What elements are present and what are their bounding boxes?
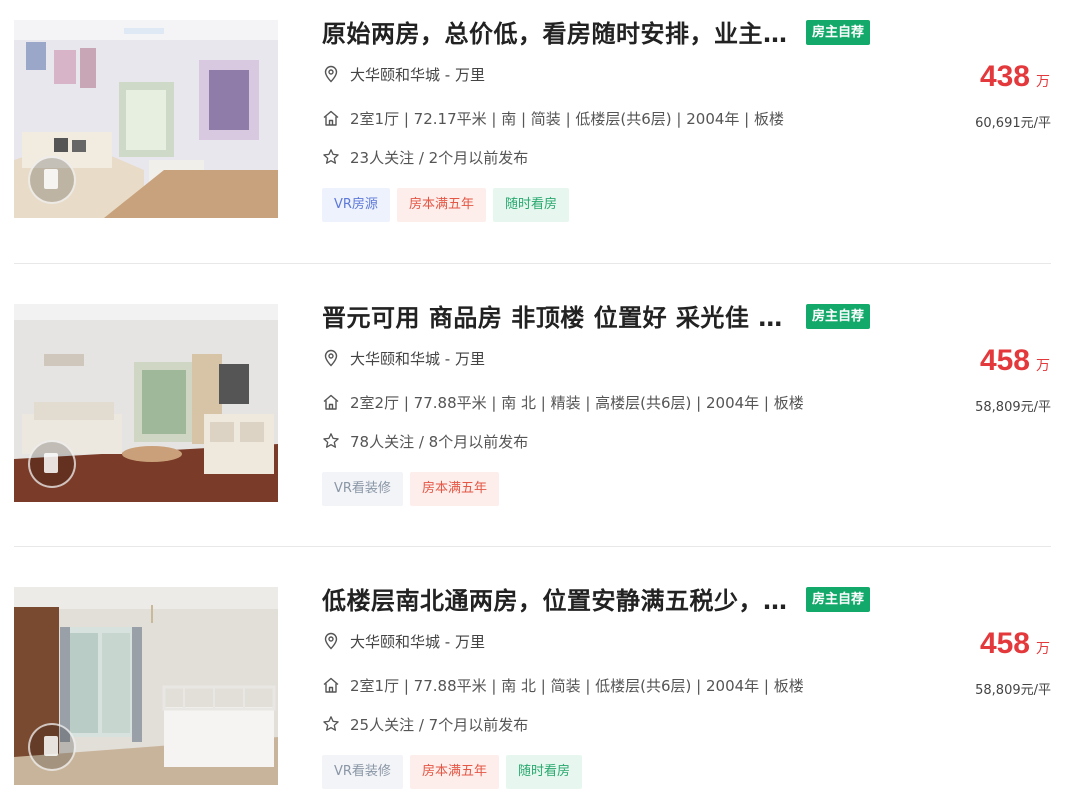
location-pin-icon	[324, 632, 338, 650]
total-price-value: 438	[979, 60, 1030, 93]
owner-recommend-badge: 房主自荐	[806, 20, 871, 45]
follow-text: 78人关注 / 8个月以前发布	[350, 433, 529, 451]
total-price-value: 458	[979, 344, 1030, 377]
listing-address: 大华颐和华城 - 万里	[322, 631, 485, 652]
unit-price: 60,691元/平	[975, 116, 1051, 131]
follow-info: 78人关注 / 8个月以前发布	[322, 431, 528, 452]
listing-item: 原始两房，总价低，看房随时安排，业主诚心出售 房主自荐 大华颐和华城 - 万里 …	[0, 0, 1080, 240]
listing-title[interactable]: 原始两房，总价低，看房随时安排，业主诚心出售	[322, 14, 800, 49]
community-link[interactable]: 大华颐和华城	[350, 66, 440, 84]
address-separator: -	[444, 66, 451, 84]
tag-list: VR看装修 房本满五年 随时看房	[322, 755, 589, 789]
visit-anytime-tag: 随时看房	[492, 188, 569, 222]
house-info: 2室2厅 | 77.88平米 | 南 北 | 精装 | 高楼层(共6层) | 2…	[322, 392, 804, 413]
house-icon	[323, 394, 339, 410]
community-link[interactable]: 大华颐和华城	[350, 633, 440, 651]
vr-tag: VR房源	[322, 188, 390, 222]
listing-photo[interactable]	[14, 20, 278, 218]
star-icon	[323, 433, 339, 448]
vr-decoration-tag: VR看装修	[322, 472, 403, 506]
listing-title[interactable]: 晋元可用 商品房 非顶楼 位置好 采光佳 满五年	[322, 298, 800, 333]
listing-list: 原始两房，总价低，看房随时安排，业主诚心出售 房主自荐 大华颐和华城 - 万里 …	[0, 0, 1080, 808]
total-price-unit: 万	[1036, 641, 1050, 657]
five-year-tag: 房本满五年	[396, 188, 486, 222]
listing-address: 大华颐和华城 - 万里	[322, 64, 485, 85]
house-info-text: 2室2厅 | 77.88平米 | 南 北 | 精装 | 高楼层(共6层) | 2…	[350, 394, 804, 412]
house-icon	[323, 110, 339, 126]
unit-price: 58,809元/平	[975, 400, 1051, 415]
follow-info: 23人关注 / 2个月以前发布	[322, 147, 528, 168]
owner-recommend-badge: 房主自荐	[806, 587, 871, 612]
address-separator: -	[444, 350, 451, 368]
area-link[interactable]: 万里	[455, 66, 485, 84]
listing-photo[interactable]	[14, 304, 278, 502]
tag-list: VR看装修 房本满五年	[322, 472, 506, 506]
listing-photo[interactable]	[14, 587, 278, 785]
area-link[interactable]: 万里	[455, 350, 485, 368]
divider	[14, 546, 1051, 547]
house-info: 2室1厅 | 72.17平米 | 南 | 简装 | 低楼层(共6层) | 200…	[322, 108, 784, 129]
tag-list: VR房源 房本满五年 随时看房	[322, 188, 576, 222]
listing-item: 低楼层南北通两房，位置安静满五税少，看房方便 房主自荐 大华颐和华城 - 万里 …	[0, 567, 1080, 807]
unit-price: 58,809元/平	[975, 683, 1051, 698]
visit-anytime-tag: 随时看房	[505, 755, 582, 789]
divider	[14, 263, 1051, 264]
total-price: 458 万	[980, 627, 1050, 661]
address-separator: -	[444, 633, 451, 651]
follow-text: 23人关注 / 2个月以前发布	[350, 149, 529, 167]
follow-info: 25人关注 / 7个月以前发布	[322, 714, 528, 735]
community-link[interactable]: 大华颐和华城	[350, 350, 440, 368]
location-pin-icon	[324, 65, 338, 83]
listing-address: 大华颐和华城 - 万里	[322, 348, 485, 369]
total-price: 438 万	[980, 60, 1050, 94]
listing-item: 晋元可用 商品房 非顶楼 位置好 采光佳 满五年 房主自荐 大华颐和华城 - 万…	[0, 284, 1080, 524]
vr-icon	[28, 440, 76, 488]
five-year-tag: 房本满五年	[409, 755, 499, 789]
total-price-unit: 万	[1036, 74, 1050, 90]
star-icon	[323, 716, 339, 731]
house-info-text: 2室1厅 | 72.17平米 | 南 | 简装 | 低楼层(共6层) | 200…	[350, 110, 784, 128]
star-icon	[323, 149, 339, 164]
house-icon	[323, 677, 339, 693]
total-price-value: 458	[979, 627, 1030, 660]
house-info-text: 2室1厅 | 77.88平米 | 南 北 | 简装 | 低楼层(共6层) | 2…	[350, 677, 804, 695]
vr-icon	[28, 723, 76, 771]
owner-recommend-badge: 房主自荐	[806, 304, 871, 329]
house-info: 2室1厅 | 77.88平米 | 南 北 | 简装 | 低楼层(共6层) | 2…	[322, 675, 804, 696]
listing-title[interactable]: 低楼层南北通两房，位置安静满五税少，看房方便	[322, 581, 800, 616]
total-price: 458 万	[980, 344, 1050, 378]
five-year-tag: 房本满五年	[409, 472, 499, 506]
vr-icon	[28, 156, 76, 204]
total-price-unit: 万	[1036, 358, 1050, 374]
area-link[interactable]: 万里	[455, 633, 485, 651]
location-pin-icon	[324, 349, 338, 367]
follow-text: 25人关注 / 7个月以前发布	[350, 716, 529, 734]
vr-decoration-tag: VR看装修	[322, 755, 403, 789]
